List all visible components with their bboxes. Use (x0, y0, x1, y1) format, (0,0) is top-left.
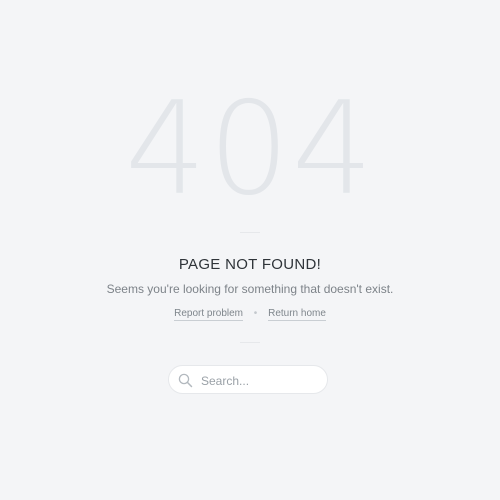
link-separator: • (253, 308, 258, 319)
error-code: 404 (124, 75, 376, 224)
search-input[interactable] (199, 370, 323, 392)
divider-bottom (240, 342, 260, 343)
search-icon[interactable] (178, 373, 193, 388)
divider-top (240, 232, 260, 233)
page-subtitle: Seems you're looking for something that … (106, 282, 394, 296)
help-links: Report problem • Return home (0, 308, 500, 321)
return-home-link[interactable]: Return home (268, 308, 326, 321)
page-title: PAGE NOT FOUND! (178, 256, 322, 273)
search-box[interactable] (168, 365, 328, 394)
not-found-page: 404 PAGE NOT FOUND! Seems you're looking… (0, 0, 500, 500)
report-problem-link[interactable]: Report problem (174, 308, 244, 321)
